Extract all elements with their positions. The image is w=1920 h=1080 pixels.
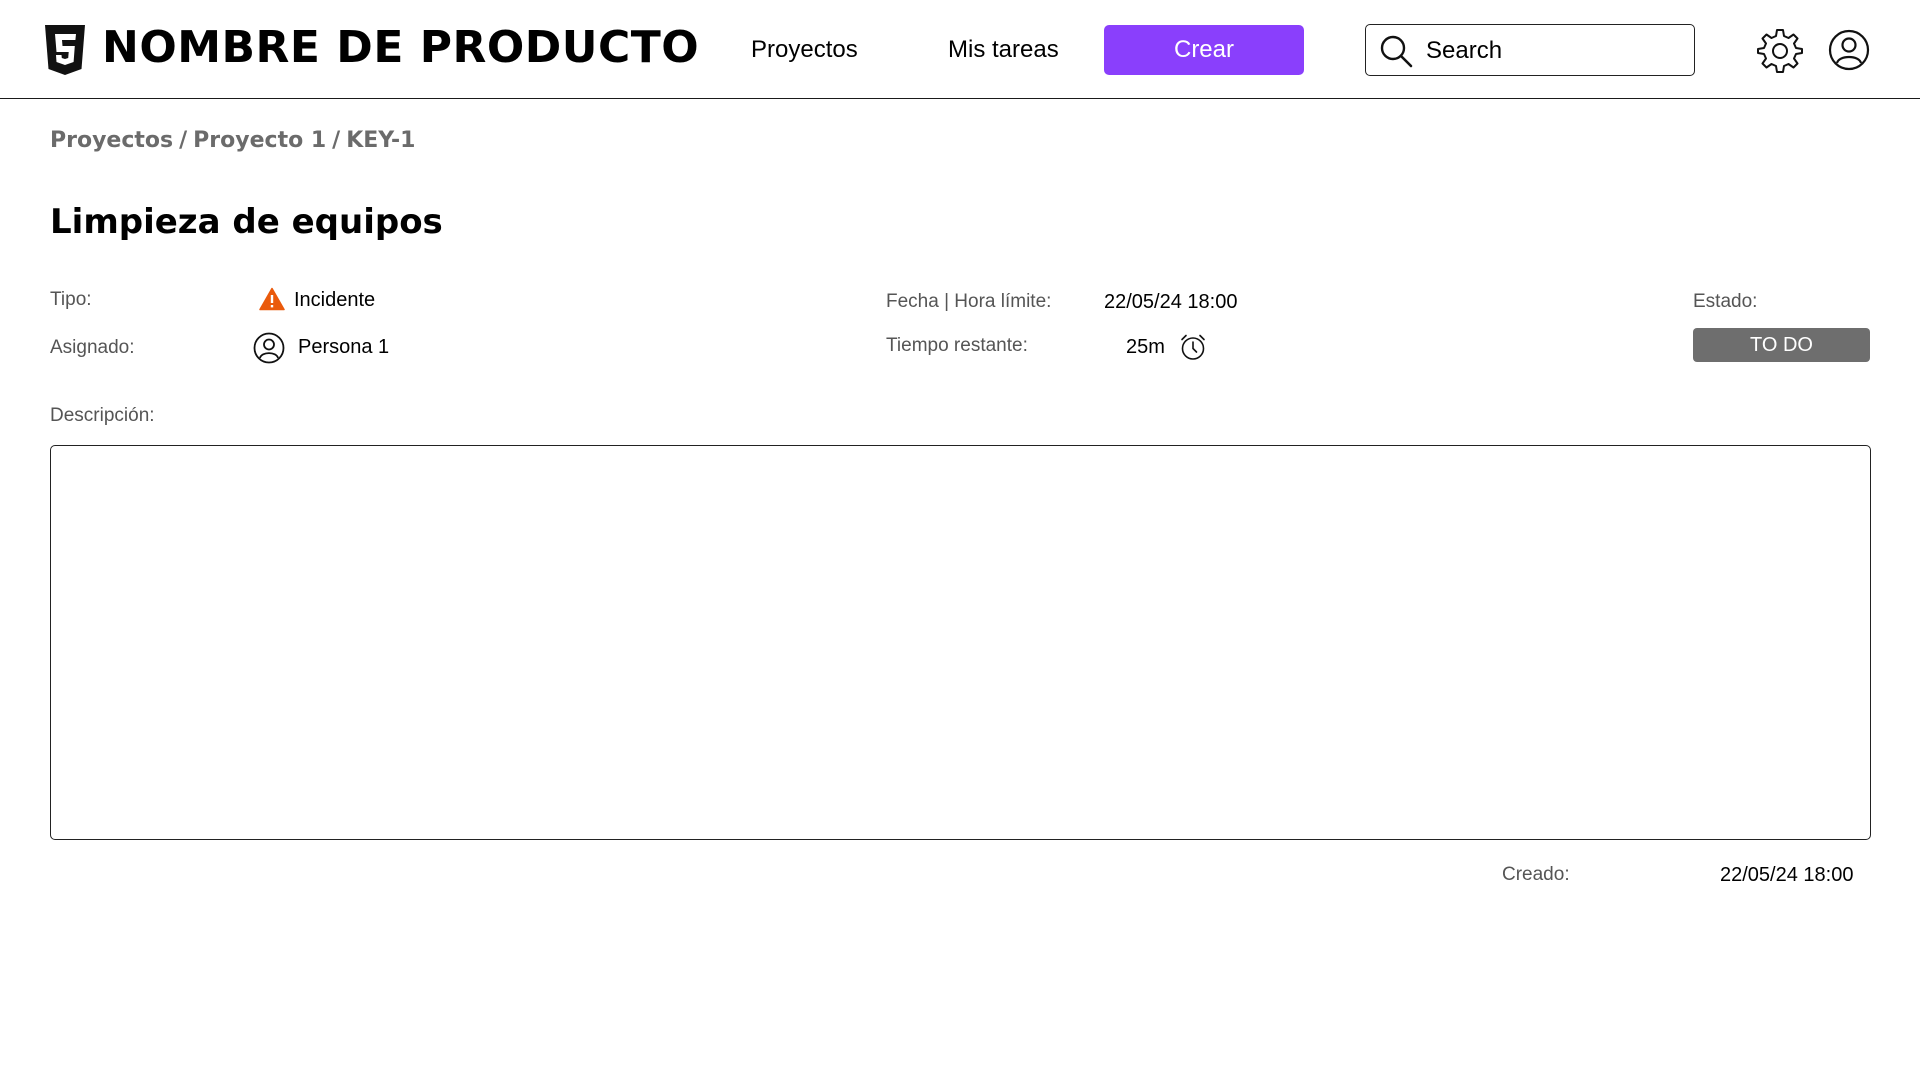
assignee-avatar-icon [253, 332, 285, 364]
description-label: Descripción: [50, 405, 155, 426]
description-textarea[interactable] [50, 445, 1871, 840]
deadline-value: 22/05/24 18:00 [1104, 291, 1238, 313]
breadcrumb-item-projects[interactable]: Proyectos [50, 128, 173, 153]
top-navigation-bar: NOMBRE DE PRODUCTO Proyectos Mis tareas … [0, 0, 1920, 99]
css3-logo-icon [45, 25, 85, 75]
remaining-time-label: Tiempo restante: [886, 335, 1028, 356]
assignee-label: Asignado: [50, 337, 135, 358]
search-box[interactable] [1365, 24, 1695, 76]
search-input[interactable] [1424, 31, 1683, 71]
task-title: Limpieza de equipos [50, 202, 443, 242]
status-badge[interactable]: TO DO [1693, 328, 1870, 362]
search-icon [1380, 35, 1413, 68]
status-label: Estado: [1693, 291, 1758, 312]
breadcrumb: Proyectos / Proyecto 1/KEY-1 [50, 124, 415, 158]
created-label: Creado: [1502, 864, 1570, 885]
deadline-label: Fecha | Hora límite: [886, 291, 1052, 312]
create-button[interactable]: Crear [1104, 25, 1304, 75]
breadcrumb-item-key[interactable]: KEY-1 [346, 128, 415, 153]
assignee-value[interactable]: Persona 1 [298, 334, 389, 360]
user-account-icon[interactable] [1828, 29, 1870, 71]
created-value: 22/05/24 18:00 [1720, 864, 1854, 886]
breadcrumb-separator: / [332, 128, 341, 153]
breadcrumb-separator: / [179, 128, 188, 153]
remaining-time-value: 25m [1126, 336, 1165, 358]
breadcrumb-item-project[interactable]: Proyecto 1 [193, 128, 326, 153]
type-value: Incidente [294, 289, 376, 311]
settings-gear-icon[interactable] [1757, 27, 1803, 73]
warning-icon [259, 287, 285, 311]
type-label: Tipo: [50, 289, 92, 310]
product-name: NOMBRE DE PRODUCTO [102, 22, 700, 73]
alarm-clock-icon [1181, 334, 1205, 360]
nav-my-tasks-link[interactable]: Mis tareas [948, 33, 1059, 67]
nav-projects-link[interactable]: Proyectos [751, 33, 858, 67]
